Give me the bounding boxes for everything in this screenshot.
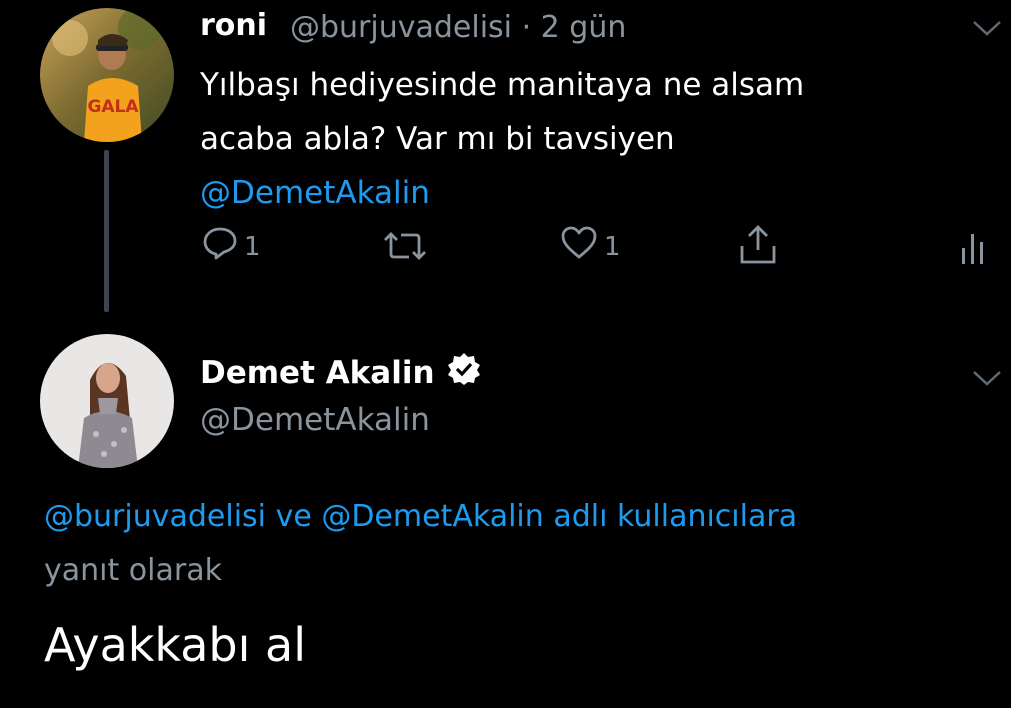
thread-connector-line bbox=[104, 150, 109, 312]
mention-link[interactable]: @DemetAkalin bbox=[200, 166, 960, 220]
replying-to-line1: @burjuvadelisi ve @DemetAkalin adlı kull… bbox=[44, 490, 994, 544]
share-icon bbox=[738, 224, 778, 273]
tweet-text-line1: Yılbaşı hediyesinde manitaya ne alsam bbox=[200, 67, 805, 103]
avatar-shirt-text: GALA bbox=[87, 97, 139, 117]
reply-mention-link[interactable]: @burjuvadelisi bbox=[44, 499, 266, 534]
timestamp[interactable]: 2 gün bbox=[541, 10, 627, 45]
heart-icon bbox=[560, 226, 598, 267]
retweet-icon bbox=[383, 230, 427, 269]
like-button[interactable]: 1 bbox=[560, 226, 621, 267]
replying-to: @burjuvadelisi ve @DemetAkalin adlı kull… bbox=[44, 490, 994, 598]
verified-badge-icon bbox=[447, 352, 481, 394]
reply-mention-link[interactable]: @DemetAkalin bbox=[321, 499, 543, 534]
tweet-text: Yılbaşı hediyesinde manitaya ne alsam ac… bbox=[200, 58, 960, 220]
reply-count: 1 bbox=[244, 231, 261, 262]
avatar-roni[interactable]: GALA bbox=[40, 8, 174, 142]
tweet-text-line2: acaba abla? Var mı bi tavsiyen bbox=[200, 121, 675, 157]
analytics-icon bbox=[958, 230, 988, 273]
reply-joiner: ve bbox=[275, 499, 312, 534]
replying-to-line2: yanıt olarak bbox=[44, 553, 222, 588]
reply-button[interactable]: 1 bbox=[202, 226, 261, 267]
handle[interactable]: @DemetAkalin bbox=[200, 402, 430, 438]
meta-separator: · bbox=[521, 10, 532, 45]
chevron-down-icon[interactable] bbox=[972, 368, 1002, 392]
tweet-meta: @burjuvadelisi · 2 gün bbox=[290, 10, 626, 45]
share-button[interactable] bbox=[738, 224, 778, 273]
display-name[interactable]: roni bbox=[200, 8, 267, 43]
retweet-button[interactable] bbox=[383, 230, 427, 269]
reply-icon bbox=[202, 226, 238, 267]
tweet-text: Ayakkabı al bbox=[44, 618, 306, 672]
reply-suffix: adlı kullanıcılara bbox=[553, 499, 798, 534]
like-count: 1 bbox=[604, 231, 621, 262]
display-name-row: Demet Akalin bbox=[200, 352, 481, 394]
chevron-down-icon[interactable] bbox=[972, 18, 1002, 42]
handle[interactable]: @burjuvadelisi bbox=[290, 10, 512, 45]
avatar-demet-akalin[interactable] bbox=[40, 334, 174, 468]
analytics-button[interactable] bbox=[958, 230, 988, 273]
display-name[interactable]: Demet Akalin bbox=[200, 355, 435, 391]
